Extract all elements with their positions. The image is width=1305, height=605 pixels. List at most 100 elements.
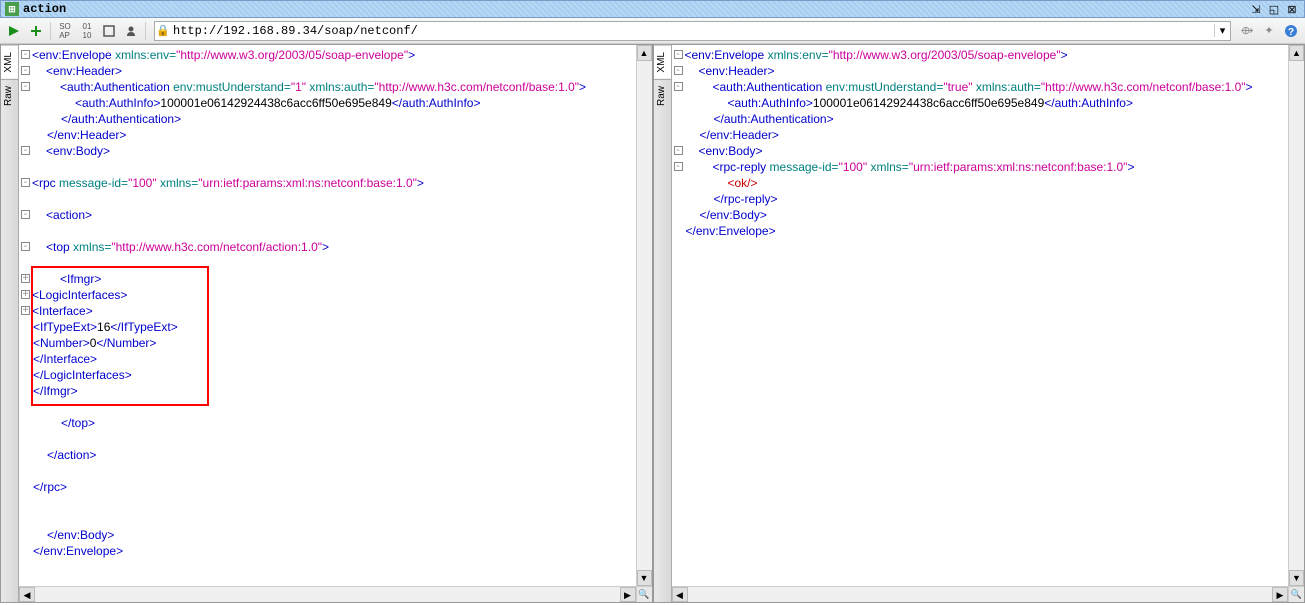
xml-line-content: <LogicInterfaces> <box>32 287 127 303</box>
tab-xml[interactable]: XML <box>1 45 18 79</box>
url-input[interactable] <box>171 24 1214 38</box>
xml-line-content: <env:Header> <box>685 63 775 79</box>
xml-line-content: <action> <box>32 207 92 223</box>
scroll-left-icon[interactable]: ◀ <box>672 587 688 602</box>
collapse-icon[interactable]: - <box>674 50 683 59</box>
gutter-blank <box>19 447 33 463</box>
tab-xml[interactable]: XML <box>654 45 671 79</box>
url-dropdown-icon[interactable]: ▾ <box>1214 24 1230 37</box>
xml-line: </top> <box>19 415 652 431</box>
collapse-icon[interactable]: - <box>21 82 30 91</box>
scroll-up-icon[interactable]: ▲ <box>1289 45 1304 61</box>
xml-line: -<rpc message-id="100" xmlns="urn:ietf:p… <box>19 175 652 191</box>
right-xml-content[interactable]: -<env:Envelope xmlns:env="http://www.w3.… <box>672 45 1305 586</box>
user-icon[interactable] <box>121 21 141 41</box>
xml-line: </LogicInterfaces> <box>19 367 652 383</box>
xml-line-content: <auth:Authentication env:mustUnderstand=… <box>685 79 1253 95</box>
xml-line: -<auth:Authentication env:mustUnderstand… <box>672 79 1305 95</box>
collapse-icon[interactable]: - <box>21 66 30 75</box>
collapse-icon[interactable]: - <box>21 50 30 59</box>
xml-line: +<Interface> <box>19 303 652 319</box>
run-button[interactable] <box>4 21 24 41</box>
xml-line: </auth:Authentication> <box>672 111 1305 127</box>
xml-line-content: </env:Body> <box>33 527 114 543</box>
collapse-icon[interactable]: - <box>21 178 30 187</box>
xml-line-content: </rpc-reply> <box>686 191 778 207</box>
square-icon[interactable] <box>99 21 119 41</box>
xml-line <box>19 255 652 271</box>
app-icon: ⊞ <box>5 2 19 16</box>
scroll-right-icon[interactable]: ▶ <box>620 587 636 602</box>
help-icon[interactable]: ? <box>1281 21 1301 41</box>
soap-icon[interactable]: SOAP <box>55 21 75 41</box>
tab-raw[interactable]: Raw <box>654 79 671 112</box>
tool-icon-2[interactable]: ✦ <box>1259 21 1279 41</box>
xml-line: -<env:Body> <box>672 143 1305 159</box>
gutter-blank <box>19 191 33 207</box>
scroll-left-icon[interactable]: ◀ <box>19 587 35 602</box>
gutter-blank <box>672 191 686 207</box>
tab-raw[interactable]: Raw <box>1 79 18 112</box>
left-xml-content[interactable]: -<env:Envelope xmlns:env="http://www.w3.… <box>19 45 652 586</box>
maximize-icon[interactable]: ◱ <box>1266 2 1282 16</box>
expand-icon[interactable]: + <box>21 306 30 315</box>
lock-icon: 🔒 <box>155 24 171 37</box>
xml-line-content: <rpc-reply message-id="100" xmlns="urn:i… <box>685 159 1135 175</box>
left-xml-area: -<env:Envelope xmlns:env="http://www.w3.… <box>19 45 652 602</box>
xml-line: </action> <box>19 447 652 463</box>
horizontal-scrollbar[interactable]: ◀ ▶ 🔍 <box>19 586 652 602</box>
separator <box>50 22 51 40</box>
scroll-down-icon[interactable]: ▼ <box>637 570 652 586</box>
xml-line: <ok/> <box>672 175 1305 191</box>
xml-line <box>19 399 652 415</box>
collapse-icon[interactable]: - <box>674 82 683 91</box>
expand-icon[interactable]: + <box>21 274 30 283</box>
gutter-blank <box>672 95 686 111</box>
scroll-right-icon[interactable]: ▶ <box>1272 587 1288 602</box>
xml-line: -<env:Header> <box>672 63 1305 79</box>
collapse-icon[interactable]: - <box>21 242 30 251</box>
scroll-up-icon[interactable]: ▲ <box>637 45 652 61</box>
separator <box>145 22 146 40</box>
xml-line-content: <auth:Authentication env:mustUnderstand=… <box>32 79 586 95</box>
search-corner-icon[interactable]: 🔍 <box>636 587 652 602</box>
search-corner-icon[interactable]: 🔍 <box>1288 587 1304 602</box>
vertical-scrollbar[interactable]: ▲ ▼ <box>636 45 652 586</box>
gutter-blank <box>672 223 686 239</box>
scroll-track[interactable] <box>688 587 1273 602</box>
close-icon[interactable]: ⊠ <box>1284 2 1300 16</box>
vertical-scrollbar[interactable]: ▲ ▼ <box>1288 45 1304 586</box>
collapse-icon[interactable]: - <box>21 146 30 155</box>
scroll-track[interactable] <box>637 61 652 570</box>
gutter-blank <box>672 207 686 223</box>
scroll-down-icon[interactable]: ▼ <box>1289 570 1304 586</box>
collapse-icon[interactable]: - <box>21 210 30 219</box>
xml-line: </rpc-reply> <box>672 191 1305 207</box>
add-button[interactable] <box>26 21 46 41</box>
restore-down-icon[interactable]: ⇲ <box>1248 2 1264 16</box>
xml-line-content: <Number>0</Number> <box>33 335 156 351</box>
xml-line: -<env:Envelope xmlns:env="http://www.w3.… <box>672 47 1305 63</box>
xml-line: </Interface> <box>19 351 652 367</box>
xml-line <box>19 159 652 175</box>
xml-line-content: </env:Envelope> <box>686 223 776 239</box>
gutter-blank <box>19 399 33 415</box>
xml-line-content: </env:Body> <box>686 207 767 223</box>
expand-icon[interactable]: + <box>21 290 30 299</box>
xml-line-content: </env:Envelope> <box>33 543 123 559</box>
binary-icon[interactable]: 0110 <box>77 21 97 41</box>
xml-line <box>19 511 652 527</box>
scroll-track[interactable] <box>35 587 620 602</box>
horizontal-scrollbar[interactable]: ◀ ▶ 🔍 <box>672 586 1305 602</box>
gutter-blank <box>19 159 33 175</box>
collapse-icon[interactable]: - <box>674 66 683 75</box>
gutter-blank <box>672 127 686 143</box>
xml-line <box>19 463 652 479</box>
xml-line: </env:Header> <box>672 127 1305 143</box>
collapse-icon[interactable]: - <box>674 162 683 171</box>
collapse-icon[interactable]: - <box>674 146 683 155</box>
tool-icon-1[interactable]: ⟴ <box>1237 21 1257 41</box>
url-bar: 🔒 ▾ <box>154 21 1231 41</box>
gutter-blank <box>19 255 33 271</box>
scroll-track[interactable] <box>1289 61 1304 570</box>
